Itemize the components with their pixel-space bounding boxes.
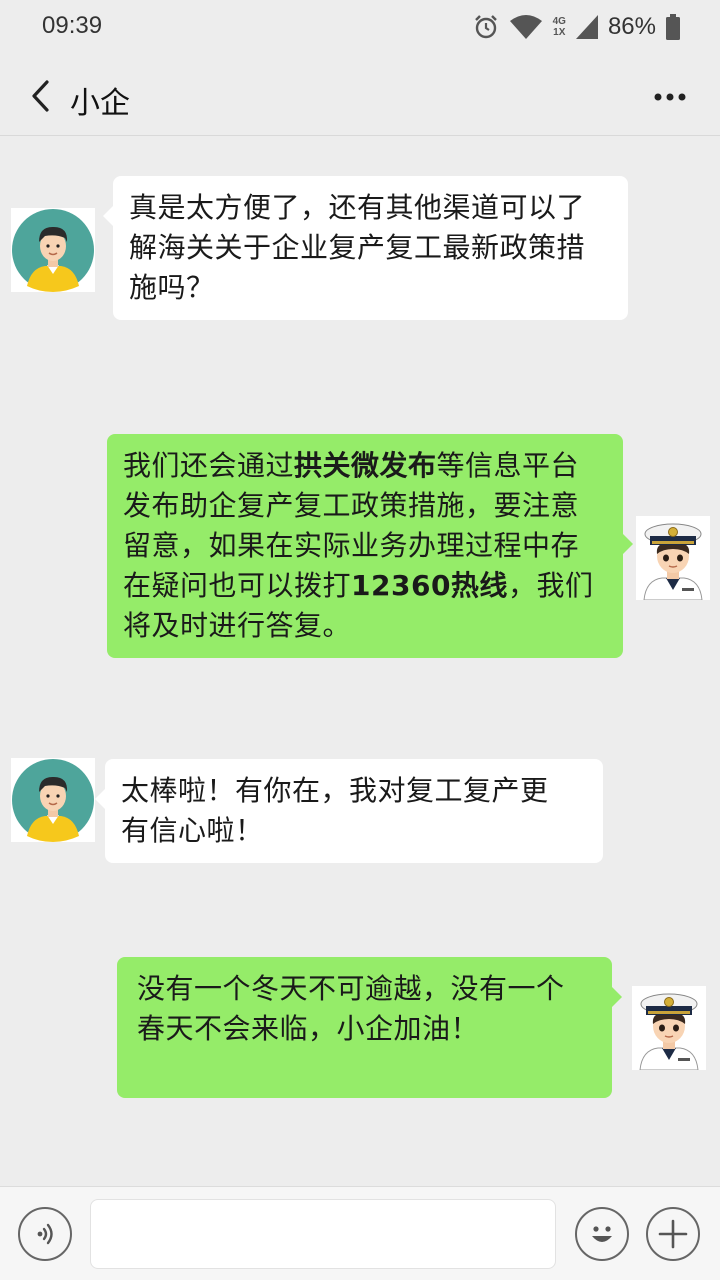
plus-button[interactable]: [646, 1207, 700, 1261]
battery-percent: 86%: [607, 13, 656, 40]
alarm-icon: [474, 15, 497, 39]
message-text-2: 我们还会通过拱关微发布等信息平台 发布助企复产复工政策措施，要注意 留意，如果在…: [123, 446, 607, 646]
customer-avatar-icon: [11, 758, 95, 842]
message-2-part-1: 我们还会通过: [123, 449, 295, 482]
signal-icon: [575, 15, 598, 39]
network-top-label: 4G: [552, 16, 566, 27]
message-2-highlight-1: 拱关微发布: [294, 449, 437, 482]
customs-officer-avatar-icon: [636, 516, 710, 600]
customs-officer-avatar-icon: [632, 986, 706, 1070]
voice-button[interactable]: [18, 1207, 72, 1261]
back-button[interactable]: [20, 74, 60, 118]
voice-icon: [37, 1223, 53, 1245]
wifi-icon: [509, 15, 542, 39]
message-text-4: 没有一个冬天不可逾越，没有一个 春天不会来临，小企加油！: [137, 972, 565, 1045]
nav-bar: 小企: [0, 56, 720, 136]
emoji-icon: [592, 1226, 612, 1242]
customer-avatar[interactable]: [11, 758, 95, 842]
status-bar: 09:39 4G 1X 86%: [0, 0, 720, 56]
input-bar: [0, 1186, 720, 1280]
status-icons: 4G 1X 86%: [473, 10, 680, 44]
message-bubble-1[interactable]: 真是太方便了，还有其他渠道可以了 解海关关于企业复产复工最新政策措 施吗？: [103, 176, 628, 320]
message-bubble-4[interactable]: 没有一个冬天不可逾越，没有一个 春天不会来临，小企加油！: [117, 957, 622, 1098]
plus-icon: [658, 1219, 688, 1249]
customs-officer-avatar[interactable]: [632, 986, 706, 1070]
chat-title: 小企: [70, 86, 130, 121]
customs-officer-avatar[interactable]: [636, 516, 710, 600]
customer-avatar-icon: [11, 208, 95, 292]
network-type: 4G 1X: [553, 16, 566, 38]
status-time: 09:39: [42, 12, 103, 39]
message-text-1: 真是太方便了，还有其他渠道可以了 解海关关于企业复产复工最新政策措 施吗？: [129, 191, 586, 304]
more-button[interactable]: [650, 82, 690, 112]
battery-icon: [666, 14, 680, 40]
message-bubble-2[interactable]: 我们还会通过拱关微发布等信息平台 发布助企复产复工政策措施，要注意 留意，如果在…: [107, 434, 633, 658]
more-dots-icon: [654, 93, 686, 101]
network-bottom-label: 1X: [553, 27, 566, 38]
message-input[interactable]: [90, 1199, 556, 1269]
message-text-3: 太棒啦！有你在，我对复工复产更 有信心啦！: [121, 774, 549, 847]
message-2-highlight-2: 12360热线: [351, 569, 508, 602]
chevron-left-icon: [32, 80, 49, 112]
emoji-button[interactable]: [575, 1207, 629, 1261]
message-bubble-3[interactable]: 太棒啦！有你在，我对复工复产更 有信心啦！: [95, 759, 603, 863]
customer-avatar[interactable]: [11, 208, 95, 292]
